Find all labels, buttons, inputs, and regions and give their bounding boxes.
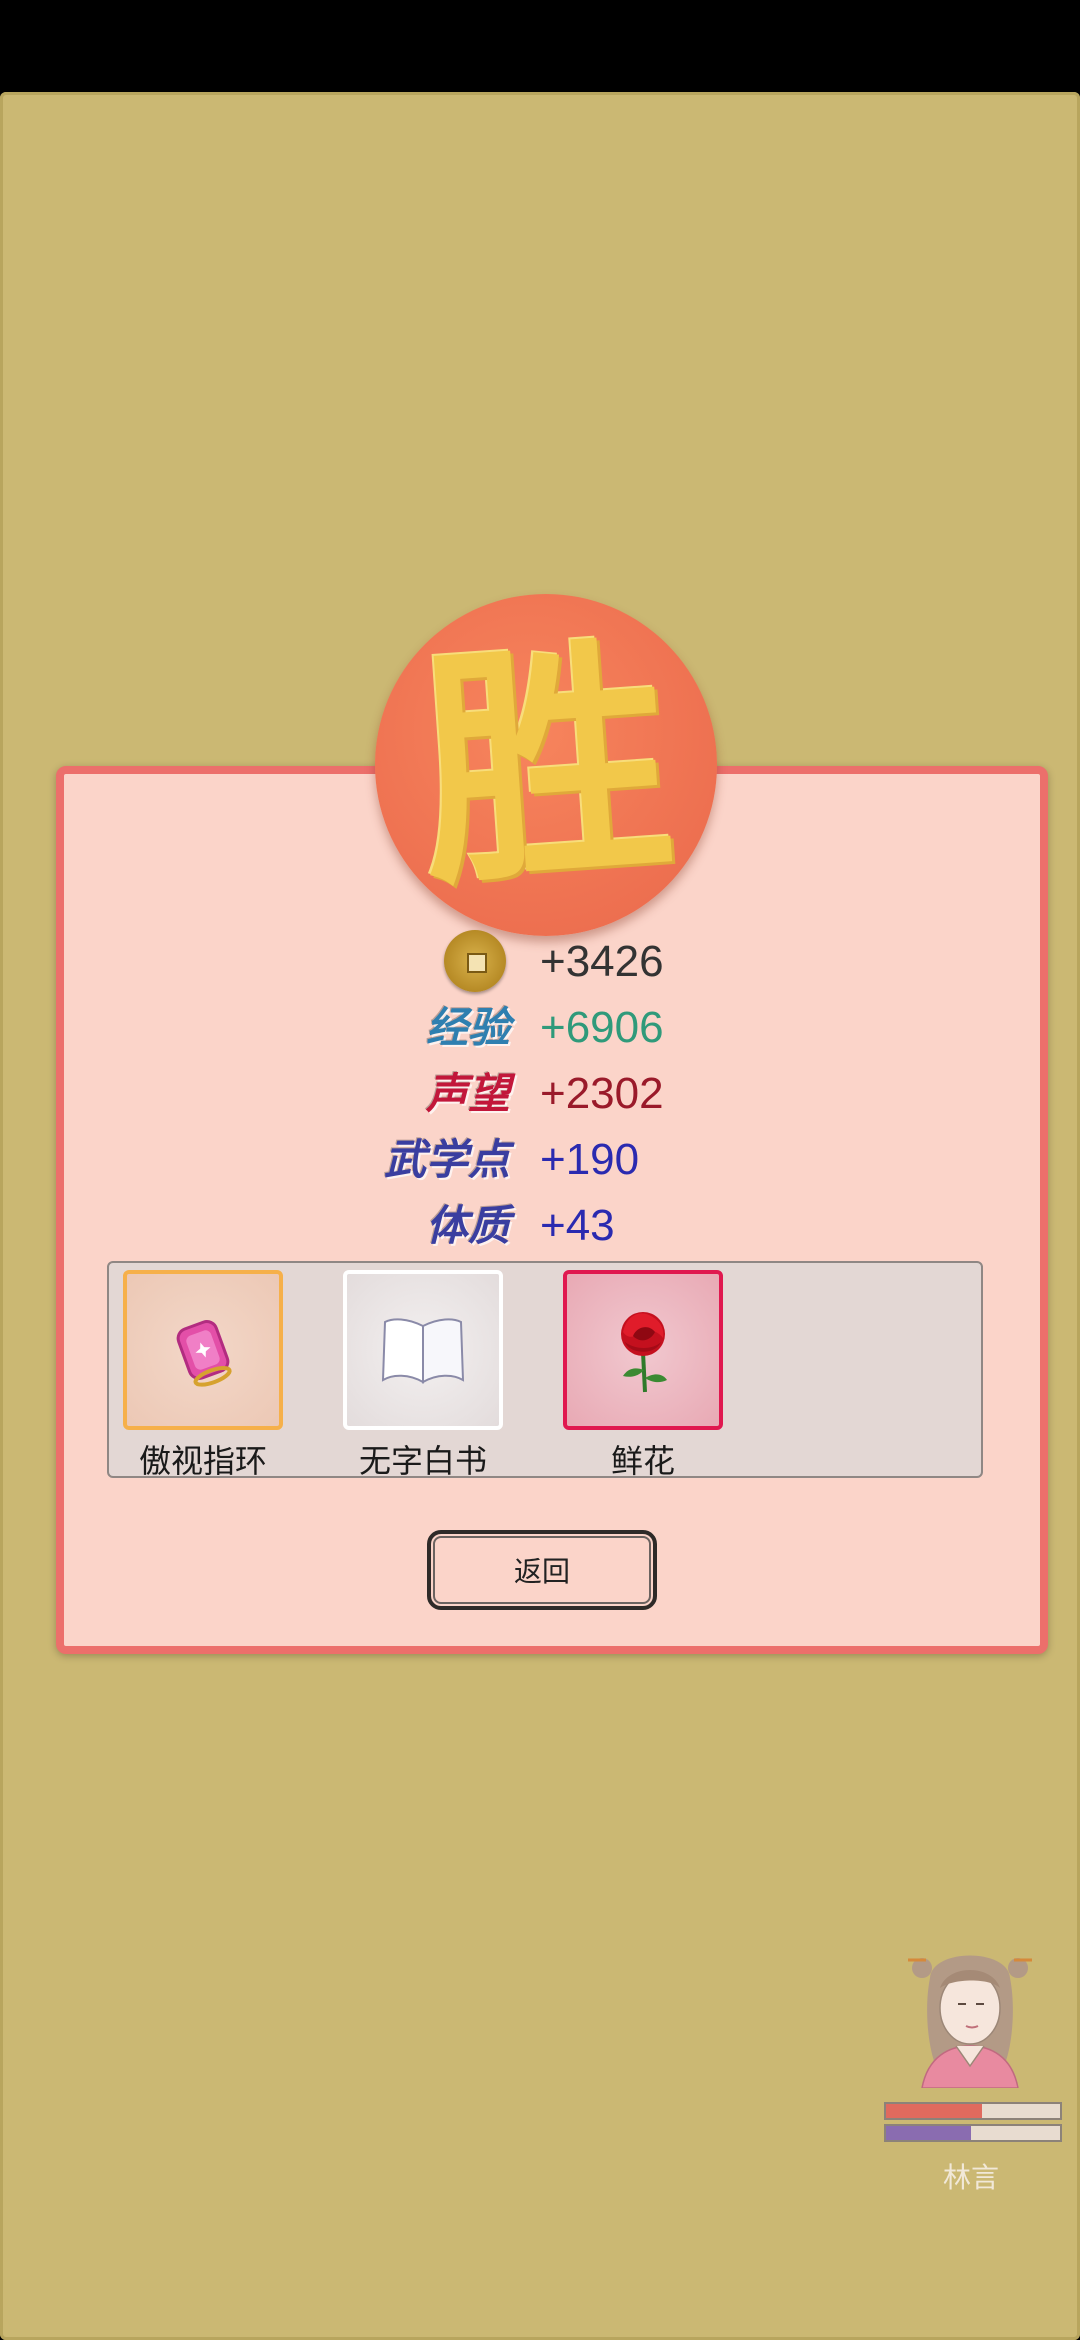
ring-icon [176,1320,232,1387]
reward-label: 武学点 [383,1135,510,1184]
reward-value: +43 [540,1201,615,1250]
reward-label: 声望 [425,1069,510,1118]
coin-icon [444,930,506,992]
status-bar [0,0,1080,92]
mp-bar-fill [886,2126,972,2140]
character-avatar[interactable] [900,1938,1040,2088]
item-slot-ring[interactable]: 傲视指环 [123,1270,283,1482]
item-slot-rose[interactable]: 鲜花 [563,1270,723,1482]
item-name: 无字白书 [358,1443,487,1479]
reward-value: +3426 [540,937,664,986]
reward-row-martial-points: 武学点 +190 [0,1130,1080,1190]
character-name: 林言 [942,2162,999,2193]
item-frame [563,1270,723,1430]
reward-row-coins: +3426 [0,930,1080,992]
reward-row-reputation: 声望 +2302 [0,1064,1080,1124]
reward-value: +6906 [540,1003,664,1052]
reward-row-constitution: 体质 +43 [0,1196,1080,1256]
item-frame [123,1270,283,1430]
victory-seal: 胜 [375,594,717,936]
item-frame [343,1270,503,1430]
mp-bar [884,2124,1062,2142]
reward-row-experience: 经验 +6906 [0,998,1080,1058]
victory-glyph: 胜 [411,609,681,921]
reward-items-box: 傲视指环 无字白书 鲜花 [107,1261,983,1479]
reward-label: 经验 [425,1003,510,1052]
rose-icon [621,1312,667,1393]
hp-bar [884,2102,1062,2120]
item-name: 傲视指环 [138,1443,267,1479]
item-slot-book[interactable]: 无字白书 [343,1270,503,1482]
item-name: 鲜花 [610,1443,675,1479]
reward-value: +2302 [540,1069,664,1118]
back-button[interactable]: 返回 [427,1530,657,1610]
reward-label: 体质 [425,1201,510,1250]
book-icon [381,1318,465,1384]
hp-bar-fill [886,2104,982,2118]
reward-value: +190 [540,1135,640,1184]
